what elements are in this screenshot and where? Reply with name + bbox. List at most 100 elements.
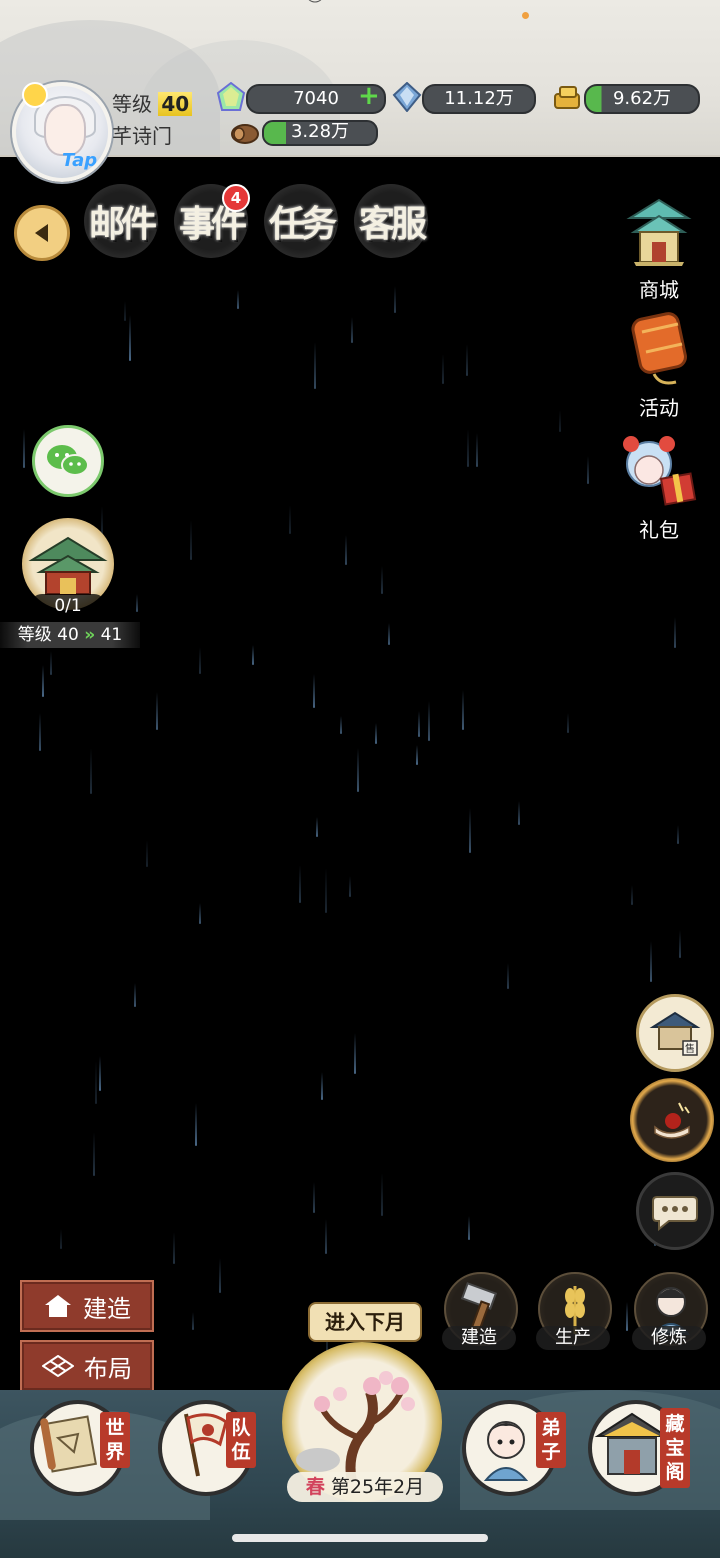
gold-ingot-icon [552,82,582,112]
pavilion-icon [626,198,692,266]
raindrop [199,903,201,924]
collapse-button[interactable] [14,205,70,261]
level-label: 等级 [112,92,152,116]
fortune-button[interactable] [630,1078,714,1162]
level-value: 40 [158,92,193,116]
raindrop [156,692,158,730]
nav-world-label: 世界 [100,1412,130,1468]
lantern-icon [631,312,687,385]
raindrop [93,1132,95,1176]
market-button[interactable]: 售 [636,994,714,1072]
shop-label: 商城 [639,278,679,302]
raindrop [462,690,464,730]
raindrop [252,645,254,665]
raindrop [192,1312,194,1330]
raindrop [351,317,353,343]
raindrop [349,876,351,897]
raindrop [325,868,327,913]
raindrop [90,748,92,794]
raindrop [325,1219,327,1254]
raindrop [340,716,342,734]
raindrop [136,594,138,612]
raindrop [354,1033,356,1074]
build-mode-button[interactable]: 建造 [20,1280,154,1332]
raindrop [219,1258,221,1293]
raindrop [468,1216,470,1240]
hand-orb-icon [654,1102,690,1139]
tab-support[interactable]: 客服 [354,184,428,258]
wood-value: 3.28万 [290,121,350,142]
raindrop [626,1302,628,1331]
raindrop [299,865,301,903]
upgrade-arrow-icon: » [84,625,96,645]
building-level-label: 等级 [17,625,52,645]
raindrop [518,801,520,825]
calendar-date: 春第25年2月 [287,1472,443,1502]
shop-button[interactable]: 商城 [614,192,704,303]
tab-tasks[interactable]: 任务 [264,184,338,258]
raindrop [567,713,569,733]
raindrop [587,456,589,484]
cultivate-action-label: 修炼 [632,1326,706,1350]
wood-log-icon [230,118,260,148]
season-indicator: 春 [305,1476,325,1498]
jade-value: 7040 [293,88,339,109]
crystal-counter: 11.12万 [422,84,536,114]
raindrop [313,1182,315,1213]
gift-pack-label: 礼包 [639,518,679,542]
raindrop [134,983,136,1007]
chat-button[interactable] [636,1172,714,1250]
add-jade-button[interactable]: + [358,83,380,109]
wechat-button[interactable] [32,425,104,497]
raindrop [679,930,681,958]
raindrop [314,342,316,389]
raindrop [416,745,418,765]
raindrop [418,711,420,737]
raindrop [381,1173,383,1216]
building-progress: 0/1 [30,594,106,618]
raindrop [313,674,315,708]
raindrop [677,825,679,844]
raindrop [442,354,444,384]
raindrop [467,429,469,467]
tab-mail[interactable]: 邮件 [84,184,158,258]
raindrop [289,505,291,534]
tiles-icon [42,1355,74,1377]
raindrop [199,647,201,674]
sect-name: 芊诗门 [112,124,172,148]
raindrop [23,429,25,468]
raindrop [316,817,318,837]
layout-button[interactable]: 布局 [20,1340,154,1392]
raindrop [95,1061,97,1104]
raindrop [321,1072,323,1100]
layout-label: 布局 [84,1354,132,1383]
raindrop [50,651,52,675]
events-count-badge: 4 [222,184,250,212]
build-mode-label: 建造 [83,1294,131,1323]
wechat-icon [47,445,89,476]
raindrop [195,1103,197,1146]
raindrop [631,885,633,905]
disciple-icon [483,1421,529,1481]
raindrop [469,808,471,853]
home-indicator[interactable] [232,1534,488,1542]
raindrop [375,723,377,744]
sun-icon [22,82,48,108]
activity-label: 活动 [639,396,679,420]
raindrop [173,1232,175,1264]
raindrop [381,566,383,594]
date-text: 第25年2月 [330,1476,425,1498]
gift-pack-button[interactable]: 礼包 [614,428,704,543]
gold-counter: 9.62万 [584,84,700,114]
raindrop [507,963,509,989]
girl-gift-icon [623,436,697,506]
next-month-label[interactable]: 进入下月 [308,1302,422,1342]
tab-mail-label: 邮件 [88,203,157,245]
avatar-face [44,104,86,156]
sun-dot [522,12,529,19]
raindrop [428,701,430,741]
crystal-value: 11.12万 [444,88,514,109]
jade-gem-icon [216,81,246,112]
activity-button[interactable]: 活动 [614,302,704,421]
raindrop [476,433,478,467]
